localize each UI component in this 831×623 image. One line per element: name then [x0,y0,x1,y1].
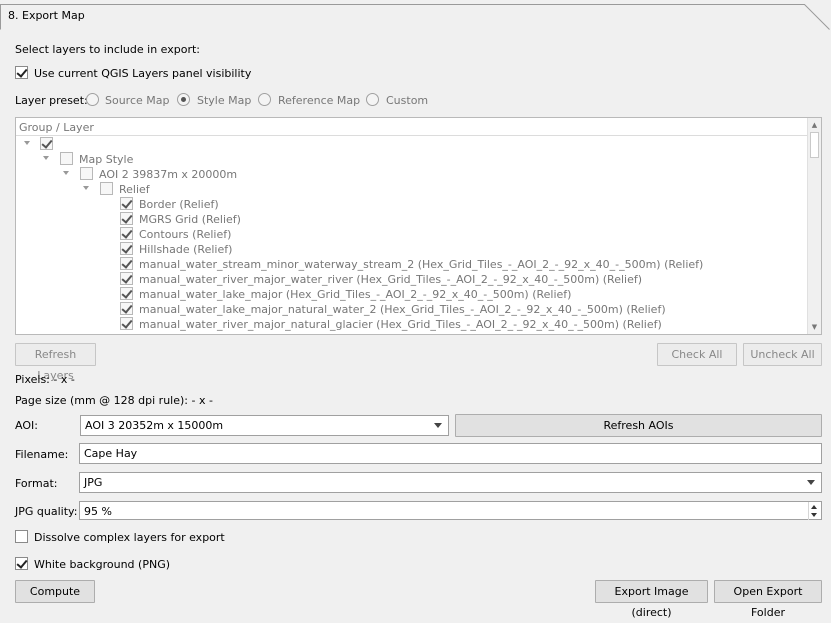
preset-source-map-label: Source Map [105,94,170,107]
tree-row-layer[interactable]: MGRS Grid (Relief) [16,212,808,227]
spin-down-icon[interactable] [811,513,817,517]
layer-label: Contours (Relief) [139,228,232,241]
tree-row-root[interactable] [16,137,808,152]
tree-row-layer[interactable]: manual_water_river_major_water_river (He… [16,272,808,287]
tree-row-layer[interactable]: Contours (Relief) [16,227,808,242]
radio-icon[interactable] [258,93,271,106]
radio-selected-icon[interactable] [177,93,190,106]
tree-row-layer[interactable]: manual_water_lake_major_natural_water_2 … [16,302,808,317]
layer-label: manual_water_river_major_natural_glacier… [139,318,662,331]
white-background-check-icon[interactable] [15,557,28,570]
tree-row-group[interactable]: Map Style [16,152,808,167]
tree-row-layer[interactable]: Hillshade (Relief) [16,242,808,257]
expand-arrow-icon[interactable] [63,171,69,175]
tree-row-aoi[interactable]: AOI 2 39837m x 20000m [16,167,808,182]
aoi-check-icon[interactable] [80,167,93,180]
layer-check-icon[interactable] [120,302,133,315]
group-label: Map Style [79,153,134,166]
dissolve-check-icon[interactable] [15,530,28,543]
root-check-icon[interactable] [40,137,53,150]
scrollbar-thumb[interactable] [810,132,819,158]
jpg-quality-spinbox[interactable]: 95 % [79,501,822,520]
layer-check-icon[interactable] [120,212,133,225]
scroll-up-icon[interactable]: ▲ [808,118,821,132]
subgroup-check-icon[interactable] [100,182,113,195]
select-layers-label: Select layers to include in export: [15,43,201,56]
chevron-down-icon[interactable] [807,480,815,485]
expand-arrow-icon[interactable] [83,186,89,190]
expand-arrow-icon[interactable] [24,141,30,145]
format-label: Format: [15,477,58,490]
tree-row-layer[interactable]: manual_water_stream_minor_waterway_strea… [16,257,808,272]
layer-check-icon[interactable] [120,257,133,270]
layer-label: manual_water_river_major_water_river (He… [139,273,643,286]
layer-check-icon[interactable] [120,197,133,210]
refresh-layers-button[interactable]: Refresh Layers [15,343,96,382]
filename-label: Filename: [15,448,69,461]
preset-custom-label: Custom [386,94,429,107]
layer-label: Border (Relief) [139,198,219,211]
filename-input[interactable]: Cape Hay [79,443,822,464]
layer-tree[interactable]: Group / Layer Map Style AOI 2 39837m x 2… [15,117,822,335]
jpg-quality-label: JPG quality: [15,505,78,518]
aoi-group-label: AOI 2 39837m x 20000m [99,168,238,181]
radio-icon[interactable] [86,93,99,106]
layer-preset-label: Layer preset: [15,94,88,107]
tree-scrollbar[interactable]: ▲ ▼ [807,118,821,334]
open-export-folder-button[interactable]: Open Export Folder [714,580,822,619]
subgroup-label: Relief [119,183,150,196]
export-image-button[interactable]: Export Image (direct) [595,580,708,619]
layer-check-icon[interactable] [120,227,133,240]
preset-reference-map-label: Reference Map [278,94,361,107]
layer-check-icon[interactable] [120,272,133,285]
spin-up-icon[interactable] [811,505,817,509]
layer-check-icon[interactable] [120,242,133,255]
section-header[interactable]: 8. Export Map [0,0,831,30]
layer-label: manual_water_stream_minor_waterway_strea… [139,258,704,271]
expand-arrow-icon[interactable] [43,156,49,160]
group-check-icon[interactable] [60,152,73,165]
uncheck-all-button[interactable]: Uncheck All [743,343,822,366]
layer-label: manual_water_lake_major (Hex_Grid_Tiles_… [139,288,572,301]
page-size-readout: Page size (mm @ 128 dpi rule): - x - [15,394,213,407]
chevron-down-icon[interactable] [434,423,442,428]
tree-column-header: Group / Layer [16,118,808,136]
layer-label: Hillshade (Relief) [139,243,233,256]
layer-check-icon[interactable] [120,317,133,330]
spin-separator [808,502,809,520]
radio-icon[interactable] [366,93,379,106]
aoi-label: AOI: [15,419,38,432]
white-background-label: White background (PNG) [34,558,171,571]
jpg-quality-value: 95 % [84,505,112,518]
scroll-down-icon[interactable]: ▼ [808,320,821,334]
dissolve-label: Dissolve complex layers for export [34,531,225,544]
aoi-select[interactable]: AOI 3 20352m x 15000m [80,415,449,436]
layer-label: MGRS Grid (Relief) [139,213,241,226]
layer-check-icon[interactable] [120,287,133,300]
format-select[interactable]: JPG [79,472,822,493]
preset-style-map-label: Style Map [197,94,252,107]
format-select-value: JPG [84,476,103,489]
layer-label: manual_water_lake_major_natural_water_2 … [139,303,666,316]
section-header-frame [0,4,830,30]
check-all-button[interactable]: Check All [657,343,737,366]
pixels-readout: Pixels: - x - [15,373,75,386]
aoi-select-value: AOI 3 20352m x 15000m [85,419,224,432]
refresh-aois-button[interactable]: Refresh AOIs [455,414,822,437]
compute-button[interactable]: Compute [15,580,95,603]
use-visibility-check-icon[interactable] [15,66,28,79]
use-visibility-label: Use current QGIS Layers panel visibility [34,67,252,80]
tree-row-layer[interactable]: manual_water_river_major_natural_glacier… [16,317,808,332]
section-title: 8. Export Map [8,9,85,22]
tree-row-layer[interactable]: Border (Relief) [16,197,808,212]
tree-row-subgroup[interactable]: Relief [16,182,808,197]
tree-row-layer[interactable]: manual_water_lake_major (Hex_Grid_Tiles_… [16,287,808,302]
